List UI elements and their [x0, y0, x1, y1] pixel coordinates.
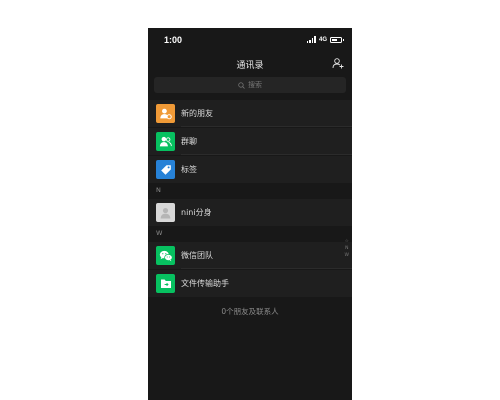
contact-name: 文件传输助手 [181, 279, 229, 288]
status-indicators: 4G [306, 36, 344, 43]
file-transfer-icon [156, 274, 175, 293]
tags-item[interactable]: 标签 [148, 156, 352, 183]
divider [181, 126, 352, 127]
contact-name: nini分身 [181, 208, 212, 217]
search-icon [238, 81, 245, 89]
section-letter: N [156, 186, 161, 194]
new-friends-label: 新的朋友 [181, 109, 213, 118]
phone-screen: 1:00 4G 通讯录 搜索 新的朋友 群聊 标签 N nini分身 W 微信团… [148, 28, 352, 400]
contact-name: 微信团队 [181, 251, 213, 260]
add-contact-icon[interactable] [332, 57, 344, 69]
new-friends-item[interactable]: 新的朋友 [148, 100, 352, 127]
network-type: 4G [318, 36, 327, 43]
alphabet-index[interactable]: ☆ N W [345, 239, 349, 258]
group-chats-label: 群聊 [181, 137, 197, 146]
group-chats-item[interactable]: 群聊 [148, 128, 352, 155]
divider [181, 268, 352, 269]
contact-item[interactable]: nini分身 [148, 199, 352, 226]
search-placeholder: 搜索 [248, 81, 262, 89]
divider [181, 154, 352, 155]
search-bar[interactable]: 搜索 [154, 77, 346, 93]
tags-label: 标签 [181, 165, 197, 174]
wechat-logo-icon [156, 246, 175, 265]
index-letter[interactable]: ☆ [345, 239, 349, 244]
page-title: 通讯录 [236, 61, 264, 71]
section-header-w: W [148, 227, 352, 240]
index-letter[interactable]: W [345, 253, 349, 258]
contact-count: 0个朋友及联系人 [221, 307, 279, 316]
status-bar: 1:00 4G [148, 28, 352, 54]
signal-icon [306, 36, 316, 43]
status-time: 1:00 [164, 35, 183, 45]
nav-bar: 通讯录 [148, 54, 352, 74]
section-letter: W [156, 229, 163, 237]
contact-item[interactable]: 微信团队 [148, 242, 352, 269]
tag-icon [156, 160, 175, 179]
new-friend-icon [156, 104, 175, 123]
contact-item[interactable]: 文件传输助手 [148, 270, 352, 297]
section-header-n: N [148, 184, 352, 197]
group-chat-icon [156, 132, 175, 151]
default-avatar-icon [156, 203, 175, 222]
battery-icon [330, 36, 344, 43]
index-letter[interactable]: N [345, 246, 348, 251]
